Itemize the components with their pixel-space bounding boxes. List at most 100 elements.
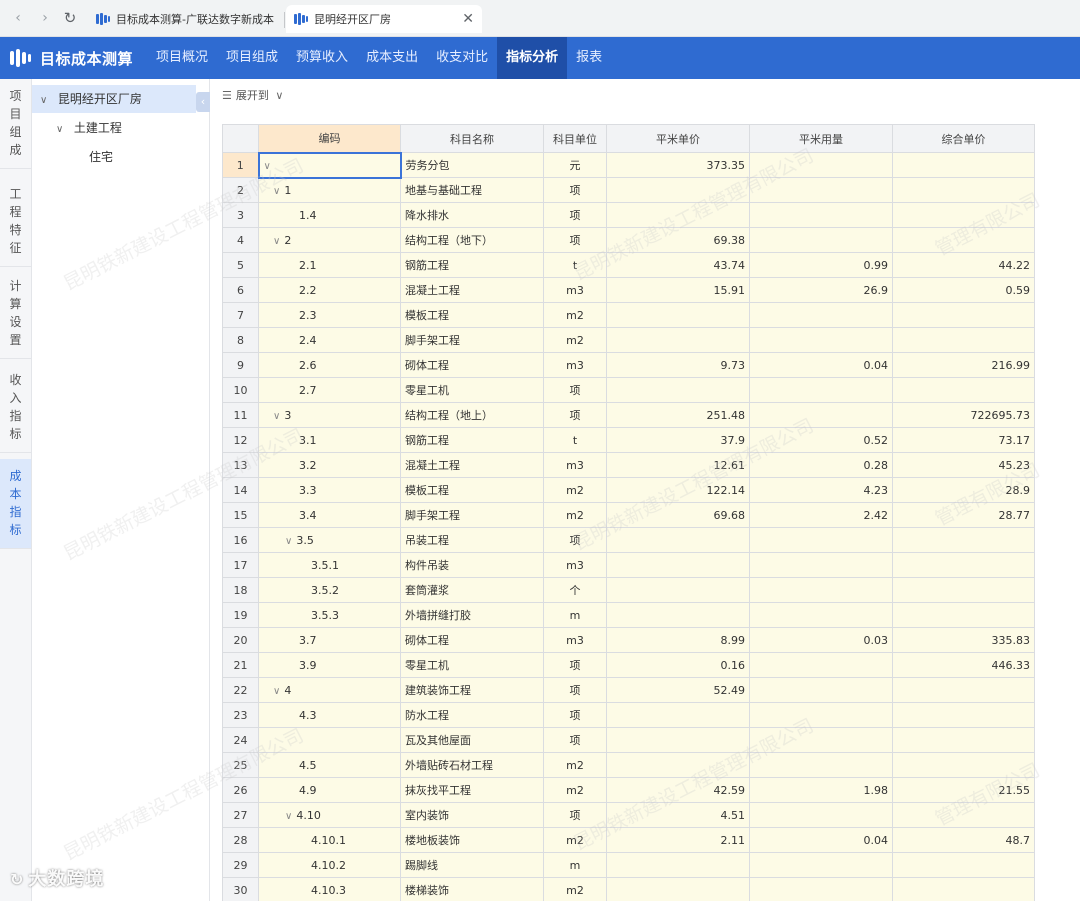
cell-sqm-qty[interactable] [749,577,893,603]
cell-name[interactable]: 吊装工程 [400,527,544,553]
cell-name[interactable]: 建筑装饰工程 [400,677,544,703]
cell-sqm-price[interactable]: 15.91 [606,277,750,303]
table-row[interactable]: 11 ∨ 3 结构工程（地上）项 251.48 722695.73 [222,402,1035,428]
row-number[interactable]: 11 [222,402,259,428]
table-row[interactable]: 19 3.5.3 外墙拼缝打胶 m [222,602,1035,628]
table-row[interactable]: 6 2.2 混凝土工程 m3 15.91 26.9 0.59 [222,277,1035,303]
cell-sqm-price[interactable]: 2.11 [606,827,750,853]
cell-unit[interactable]: m2 [543,477,607,503]
menu-project-composition[interactable]: 项目组成 [217,37,287,79]
cell-unit[interactable]: m3 [543,552,607,578]
cell-code[interactable]: 4.10.1 [258,827,401,853]
cell-unit-price[interactable] [892,377,1035,403]
row-number[interactable]: 21 [222,652,259,678]
cell-unit[interactable]: 个 [543,577,607,603]
cell-sqm-qty[interactable] [749,802,893,828]
table-row[interactable]: 10 2.7 零星工机项 [222,377,1035,403]
row-number[interactable]: 5 [222,252,259,278]
table-row[interactable]: 15 3.4 脚手架工程 m2 69.68 2.42 28.77 [222,502,1035,528]
cell-sqm-qty[interactable]: 2.42 [749,502,893,528]
chevron-down-icon[interactable]: ∨ [273,686,280,697]
table-row[interactable]: 17 3.5.1 构件吊装 m3 [222,552,1035,578]
col-header-sqm-qty[interactable]: 平米用量 [749,124,893,153]
cell-name[interactable]: 踢脚线 [400,852,544,878]
table-row[interactable]: 23 4.3 防水工程项 [222,702,1035,728]
cell-name[interactable]: 套筒灌浆 [400,577,544,603]
cell-name[interactable]: 外墙贴砖石材工程 [400,752,544,778]
row-number[interactable]: 18 [222,577,259,603]
cell-name[interactable]: 抹灰找平工程 [400,777,544,803]
forward-arrow-icon[interactable]: › [36,9,54,27]
cell-sqm-qty[interactable]: 26.9 [749,277,893,303]
row-number[interactable]: 30 [222,877,259,901]
cell-name[interactable]: 结构工程（地上） [400,402,544,428]
row-number[interactable]: 26 [222,777,259,803]
cell-name[interactable]: 瓦及其他屋面 [400,727,544,753]
row-number[interactable]: 25 [222,752,259,778]
cell-unit[interactable]: 项 [543,402,607,428]
table-row[interactable]: 13 3.2 混凝土工程 m3 12.61 0.28 45.23 [222,452,1035,478]
cell-sqm-qty[interactable] [749,727,893,753]
table-row[interactable]: 14 3.3 模板工程 m2 122.14 4.23 28.9 [222,477,1035,503]
cell-code[interactable]: 4.5 [258,752,401,778]
cell-sqm-qty[interactable] [749,877,893,901]
cell-unit[interactable]: 项 [543,377,607,403]
cell-sqm-price[interactable]: 9.73 [606,352,750,378]
menu-index-analysis[interactable]: 指标分析 [497,37,568,79]
cell-code[interactable]: ∨ 1 [258,177,401,203]
tree-node-project[interactable]: ∨ 昆明经开区厂房 [32,85,196,113]
cell-code[interactable]: 2.7 [258,377,401,403]
table-row[interactable]: 26 4.9 抹灰找平工程 m2 42.59 1.98 21.55 [222,777,1035,803]
row-number[interactable]: 3 [222,202,259,228]
cell-code[interactable]: 4.10.2 [258,852,401,878]
table-row[interactable]: 4 ∨ 2 结构工程（地下）项 69.38 [222,227,1035,253]
table-row[interactable]: 22 ∨ 4 建筑装饰工程项 52.49 [222,677,1035,703]
cell-code[interactable]: 3.5.2 [258,577,401,603]
cell-sqm-qty[interactable] [749,152,893,178]
cell-unit[interactable]: m2 [543,877,607,901]
cell-name[interactable]: 零星工机 [400,377,544,403]
cell-unit[interactable]: 项 [543,527,607,553]
cell-code[interactable]: 4.9 [258,777,401,803]
menu-income-cost-compare[interactable]: 收支对比 [427,37,497,79]
cell-unit[interactable]: m3 [543,352,607,378]
cell-sqm-qty[interactable] [749,202,893,228]
cell-code[interactable]: 3.5.3 [258,602,401,628]
table-row[interactable]: 2 ∨ 1 地基与基础工程项 [222,177,1035,203]
cell-code[interactable]: ∨ 3 [258,402,401,428]
cell-unit[interactable]: m2 [543,752,607,778]
cell-code[interactable]: ∨ [257,151,402,179]
cell-unit[interactable]: 项 [543,177,607,203]
cell-unit[interactable]: t [543,252,607,278]
cell-sqm-qty[interactable]: 0.04 [749,352,893,378]
cell-sqm-price[interactable] [606,177,750,203]
cell-sqm-price[interactable] [606,727,750,753]
cell-sqm-price[interactable] [606,552,750,578]
cell-unit-price[interactable] [892,202,1035,228]
chevron-down-icon[interactable]: ∨ [273,186,280,197]
cell-unit[interactable]: m2 [543,327,607,353]
cell-unit-price[interactable] [892,302,1035,328]
cell-sqm-price[interactable] [606,577,750,603]
cell-code[interactable]: 2.1 [258,252,401,278]
cell-code[interactable] [258,727,401,753]
cell-unit[interactable]: m3 [543,452,607,478]
cell-unit[interactable]: m2 [543,777,607,803]
row-number[interactable]: 7 [222,302,259,328]
cell-unit[interactable]: m3 [543,277,607,303]
cell-unit-price[interactable] [892,802,1035,828]
cell-sqm-price[interactable] [606,602,750,628]
row-number[interactable]: 20 [222,627,259,653]
cell-sqm-qty[interactable] [749,327,893,353]
table-row[interactable]: 18 3.5.2 套筒灌浆个 [222,577,1035,603]
cell-sqm-price[interactable]: 43.74 [606,252,750,278]
cell-sqm-qty[interactable]: 1.98 [749,777,893,803]
chevron-down-icon[interactable]: ∨ [273,236,280,247]
row-number[interactable]: 2 [222,177,259,203]
table-row[interactable]: 3 1.4 降水排水项 [222,202,1035,228]
cell-unit-price[interactable]: 44.22 [892,252,1035,278]
cell-code[interactable]: 2.3 [258,302,401,328]
cell-name[interactable]: 脚手架工程 [400,502,544,528]
cell-sqm-price[interactable]: 8.99 [606,627,750,653]
row-number[interactable]: 17 [222,552,259,578]
